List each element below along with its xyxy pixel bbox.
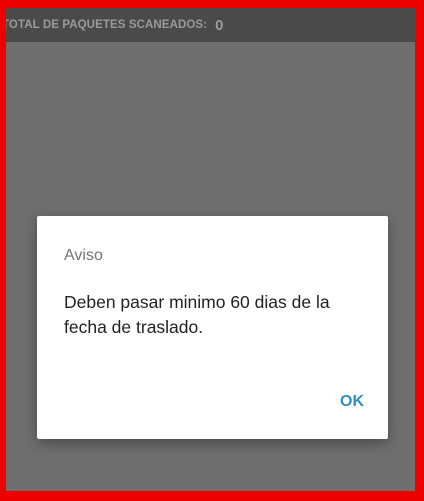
dialog-title: Aviso xyxy=(64,247,103,264)
scanned-packages-label: TOTAL DE PAQUETES SCANEADOS: xyxy=(6,19,208,31)
alert-dialog: Aviso Deben pasar minimo 60 dias de la f… xyxy=(37,216,388,439)
scanned-packages-count: 0 xyxy=(215,16,224,34)
app-screen: TOTAL DE PAQUETES SCANEADOS: 0 Aviso Deb… xyxy=(6,8,415,491)
top-bar: TOTAL DE PAQUETES SCANEADOS: 0 xyxy=(6,8,415,42)
dialog-message: Deben pasar minimo 60 dias de la fecha d… xyxy=(64,292,330,337)
ok-button[interactable]: OK xyxy=(340,393,364,411)
